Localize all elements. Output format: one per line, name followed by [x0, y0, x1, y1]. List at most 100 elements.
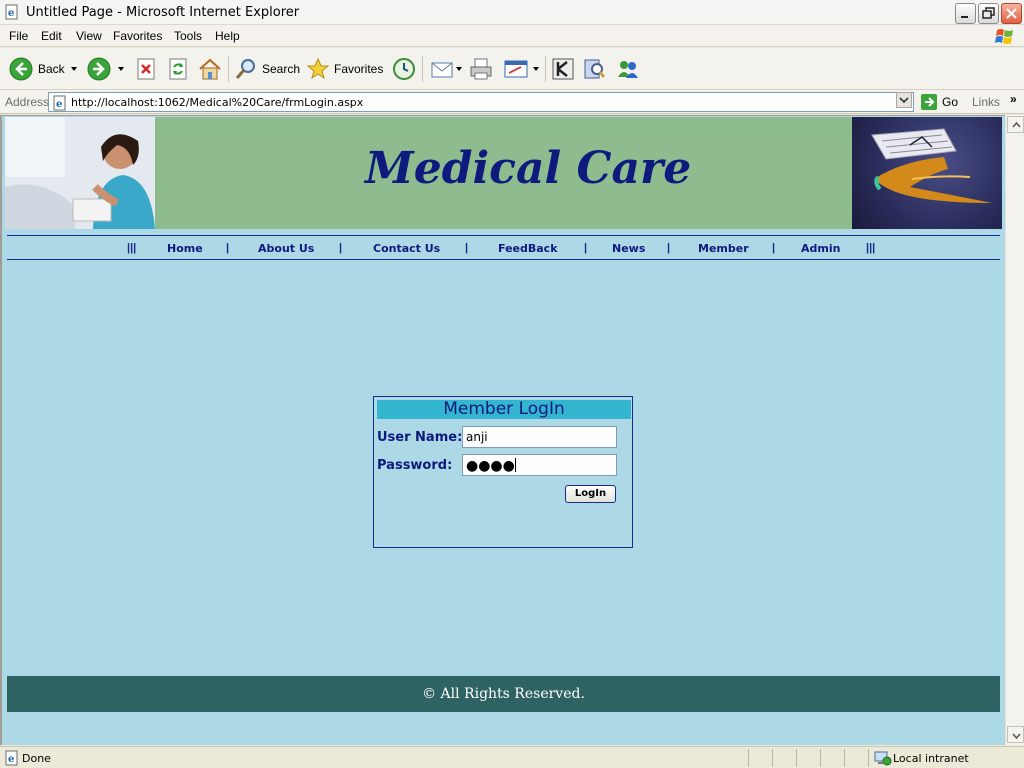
chevron-down-icon: [899, 97, 909, 104]
edit-button[interactable]: [503, 54, 539, 84]
scroll-down-button[interactable]: [1007, 726, 1024, 743]
history-button[interactable]: [391, 54, 417, 84]
vertical-scrollbar[interactable]: [1005, 115, 1024, 745]
status-divider: [796, 749, 797, 767]
menu-view[interactable]: View: [76, 29, 102, 43]
page-done-icon: e: [5, 750, 18, 766]
refresh-icon: [169, 58, 187, 80]
links-chevron-icon[interactable]: »: [1010, 92, 1017, 106]
menu-edit[interactable]: Edit: [41, 29, 62, 43]
back-dropdown-icon[interactable]: [70, 67, 77, 71]
nav-divider: |: [339, 242, 343, 254]
back-label: Back: [38, 62, 65, 76]
edit-dropdown-icon[interactable]: [533, 67, 539, 71]
site-footer: © All Rights Reserved.: [7, 676, 1000, 712]
menu-favorites[interactable]: Favorites: [113, 29, 162, 43]
password-label: Password:: [377, 458, 453, 473]
mail-dropdown-icon[interactable]: [456, 67, 462, 71]
username-label: User Name:: [377, 430, 463, 445]
minimize-button[interactable]: [955, 3, 976, 24]
forward-arrow-icon: [87, 57, 111, 81]
restore-button[interactable]: [978, 3, 999, 24]
go-button[interactable]: Go: [920, 93, 958, 111]
password-mask: ●●●●: [466, 458, 515, 474]
nav-pipes-left: |||: [127, 242, 137, 254]
password-input[interactable]: ●●●●: [462, 454, 617, 476]
nurse-illustration: [5, 117, 155, 229]
scroll-down-icon: [1012, 733, 1021, 740]
menu-tools[interactable]: Tools: [174, 29, 202, 43]
address-input[interactable]: e http://localhost:1062/Medical%20Care/f…: [48, 92, 914, 112]
printer-icon: [470, 58, 492, 80]
nav-member[interactable]: Member: [698, 242, 749, 255]
address-dropdown-button[interactable]: [896, 92, 912, 108]
search-button[interactable]: Search: [234, 54, 300, 84]
svg-text:e: e: [8, 754, 14, 765]
go-label: Go: [942, 95, 959, 109]
member-login-panel: Member LogIn User Name: anji Password: ●…: [373, 396, 633, 548]
nav-news[interactable]: News: [612, 242, 645, 255]
nav-divider: |: [772, 242, 776, 254]
nav-contact-us[interactable]: Contact Us: [373, 242, 440, 255]
nav-admin[interactable]: Admin: [801, 242, 840, 255]
messenger-button[interactable]: [615, 54, 641, 84]
nurse-photo: [5, 117, 155, 229]
nav-divider: |: [667, 242, 671, 254]
history-icon: [393, 58, 415, 80]
forward-button[interactable]: [86, 54, 124, 84]
discuss-button[interactable]: [551, 54, 575, 84]
menu-file[interactable]: File: [9, 29, 28, 43]
nav-home[interactable]: Home: [167, 242, 203, 255]
window-title: Untitled Page - Microsoft Internet Explo…: [26, 5, 300, 20]
status-bar: e Done Local intranet: [0, 746, 1024, 768]
close-icon: [1006, 8, 1017, 19]
back-button[interactable]: Back: [8, 54, 77, 84]
edit-page-icon: [504, 60, 528, 78]
site-banner: Medical Care: [5, 117, 1002, 229]
menu-help[interactable]: Help: [215, 29, 240, 43]
menu-bar: File Edit View Favorites Tools Help: [0, 25, 1024, 47]
stop-icon: [137, 58, 155, 80]
toolbar-separator: [422, 56, 423, 82]
svg-text:e: e: [56, 99, 62, 110]
print-button[interactable]: [469, 54, 493, 84]
k-toolbar-icon: [552, 58, 574, 80]
text-caret: [514, 458, 516, 472]
medical-chart-illustration: [871, 128, 992, 203]
mail-icon: [431, 62, 453, 78]
nav-about-us[interactable]: About Us: [258, 242, 314, 255]
intranet-zone-icon: [874, 751, 892, 766]
address-bar: Address e http://localhost:1062/Medical%…: [0, 90, 1024, 114]
research-button[interactable]: [582, 54, 606, 84]
home-icon: [199, 58, 221, 80]
stop-button[interactable]: [135, 54, 157, 84]
address-url: http://localhost:1062/Medical%20Care/frm…: [71, 96, 364, 109]
status-divider: [748, 749, 749, 767]
scroll-up-icon: [1012, 121, 1021, 128]
mail-button[interactable]: [430, 54, 462, 84]
status-text: Done: [22, 752, 51, 765]
ie-page-icon: e: [5, 4, 18, 20]
research-icon: [584, 59, 606, 79]
forward-dropdown-icon[interactable]: [118, 67, 124, 71]
scroll-up-button[interactable]: [1007, 116, 1024, 133]
svg-text:e: e: [8, 8, 14, 19]
links-button[interactable]: Links: [972, 95, 1000, 109]
toolbar-separator: [228, 56, 229, 82]
login-button[interactable]: LogIn: [565, 485, 616, 503]
nav-pipes-right: |||: [866, 242, 876, 254]
home-button[interactable]: [197, 54, 223, 84]
refresh-button[interactable]: [167, 54, 189, 84]
close-button[interactable]: [1001, 3, 1022, 24]
main-nav: ||| Home | About Us | Contact Us | FeedB…: [7, 235, 1000, 260]
medical-chart-image: [852, 117, 1002, 229]
minimize-icon: [961, 16, 968, 18]
username-input[interactable]: anji: [462, 426, 617, 448]
title-bar: e Untitled Page - Microsoft Internet Exp…: [0, 0, 1024, 25]
site-brand-title: Medical Care: [365, 143, 692, 194]
nav-divider: |: [465, 242, 469, 254]
username-value: anji: [466, 430, 488, 444]
nav-feedback[interactable]: FeedBack: [498, 242, 558, 255]
favorites-button[interactable]: Favorites: [306, 54, 383, 84]
favorites-star-icon: [306, 57, 330, 80]
